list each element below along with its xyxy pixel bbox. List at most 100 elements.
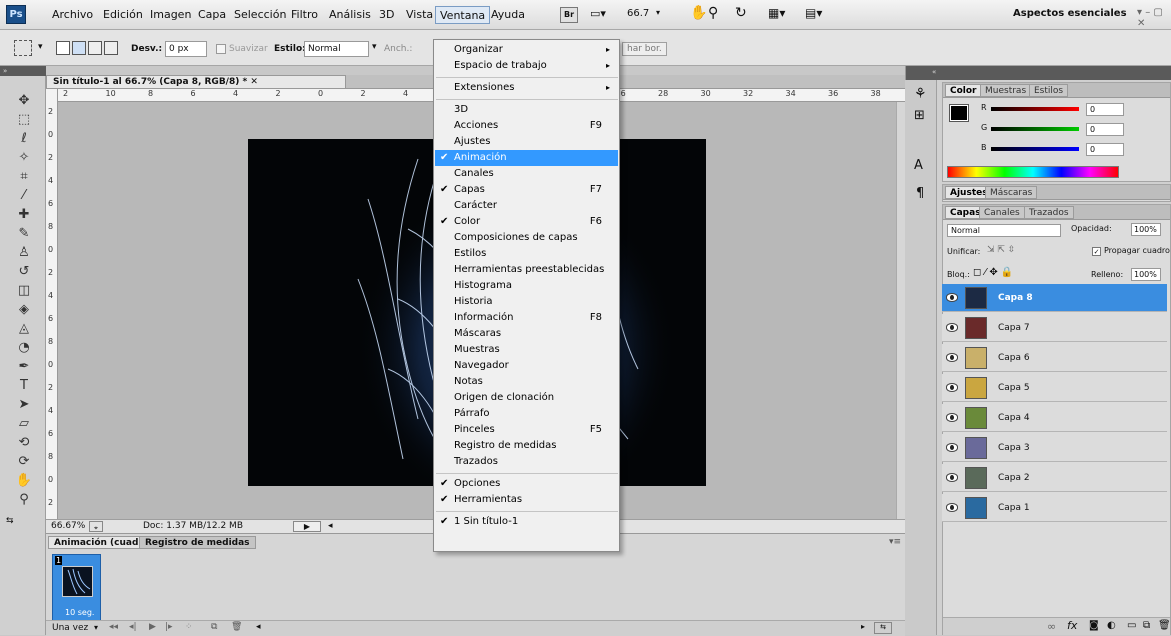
visibility-eye-icon[interactable] [946, 443, 958, 452]
hand-tool-icon[interactable]: ✋ [690, 5, 707, 21]
menu-item-notas[interactable]: Notas [435, 374, 618, 390]
propagate-checkbox[interactable]: ✓ [1092, 247, 1101, 256]
style-select[interactable]: Normal [304, 41, 369, 57]
delete-frame-icon[interactable]: 🗑 [231, 622, 242, 632]
style-dropdown-icon[interactable]: ▾ [372, 42, 377, 52]
antialias-checkbox[interactable] [216, 44, 226, 54]
menu-item-trazados[interactable]: Trazados [435, 454, 618, 470]
menu-item-carácter[interactable]: Carácter [435, 198, 618, 214]
menu-imagen[interactable]: Imagen [146, 6, 195, 24]
previous-frame-icon[interactable]: ◂| [129, 622, 137, 632]
layer-row[interactable]: Capa 7 [942, 314, 1167, 342]
shape-tool-icon[interactable]: ▱ [12, 415, 36, 432]
timeline-scroll-icon[interactable]: ◂ [256, 622, 261, 632]
menu-item-herramientas[interactable]: ✔ Herramientas [435, 492, 618, 508]
move-tool-icon[interactable]: ✥ [12, 92, 36, 109]
history-panel-icon[interactable]: ⚘ [914, 86, 927, 102]
layer-row[interactable]: Capa 6 [942, 344, 1167, 372]
frame-delay[interactable]: 10 seg. [65, 608, 94, 617]
layer-style-icon[interactable]: fx [1067, 619, 1077, 632]
zoom-dropdown-icon[interactable]: ▾ [656, 8, 660, 17]
subtract-selection-icon[interactable] [88, 41, 102, 55]
status-menu-button[interactable]: ▶ [293, 521, 321, 532]
tab-styles[interactable]: Estilos [1029, 84, 1069, 97]
status-zoom[interactable]: 66.67% [51, 520, 85, 533]
tab-masks[interactable]: Máscaras [985, 186, 1038, 199]
delete-layer-icon[interactable]: 🗑 [1158, 620, 1171, 631]
window-controls[interactable]: ▾ – ▢ ✕ [1137, 7, 1171, 29]
visibility-eye-icon[interactable] [946, 413, 958, 422]
menu-item-composiciones-de-capas[interactable]: Composiciones de capas [435, 230, 618, 246]
menu-item-navegador[interactable]: Navegador [435, 358, 618, 374]
first-frame-icon[interactable]: ◂◂ [109, 622, 118, 632]
adjustment-layer-icon[interactable]: ◐ [1107, 620, 1116, 631]
swap-colors-icon[interactable]: ⇆ [6, 516, 14, 526]
status-icon[interactable]: ⌖ [89, 521, 103, 532]
feather-input[interactable]: 0 px [165, 41, 207, 57]
foreground-color-box[interactable] [949, 104, 969, 122]
tab-paths[interactable]: Trazados [1024, 206, 1074, 219]
crop-tool-icon[interactable]: ⌗ [12, 168, 36, 185]
menu-item-origen-de-clonación[interactable]: Origen de clonación [435, 390, 618, 406]
path-selection-tool-icon[interactable]: ➤ [12, 396, 36, 413]
menu-item-herramientas-preestablecidas[interactable]: Herramientas preestablecidas [435, 262, 618, 278]
blue-value[interactable]: 0 [1086, 143, 1124, 156]
refine-edge-button[interactable]: har bor. [622, 42, 667, 56]
tools-collapse-icon[interactable]: » [0, 66, 46, 76]
visibility-eye-icon[interactable] [946, 503, 958, 512]
magic-wand-tool-icon[interactable]: ✧ [12, 149, 36, 166]
screen-mode-icon[interactable]: ▭▾ [590, 7, 620, 23]
menu-seleccion[interactable]: Selección [230, 6, 290, 24]
document-tab[interactable]: Sin título-1 al 66.7% (Capa 8, RGB/8) * … [46, 75, 346, 89]
bridge-button[interactable]: Br [560, 7, 578, 23]
next-frame-icon[interactable]: |▸ [165, 622, 173, 632]
close-document-icon[interactable]: ✕ [250, 77, 258, 87]
timeline-mode-icon[interactable]: ⇆ [874, 622, 892, 634]
tween-icon[interactable]: ⁘ [185, 622, 193, 632]
menu-item-animación[interactable]: ✔ Animación [435, 150, 618, 166]
clone-stamp-tool-icon[interactable]: ♙ [12, 244, 36, 261]
blur-tool-icon[interactable]: ◬ [12, 320, 36, 337]
menu-archivo[interactable]: Archivo [48, 6, 97, 24]
healing-brush-tool-icon[interactable]: ✚ [12, 206, 36, 223]
menu-item-registro-de-medidas[interactable]: Registro de medidas [435, 438, 618, 454]
menu-filtro[interactable]: Filtro [287, 6, 322, 24]
lasso-tool-icon[interactable]: ℓ [12, 130, 36, 147]
zoom-tool-icon[interactable]: ⚲ [708, 5, 718, 21]
color-spectrum[interactable] [947, 166, 1119, 178]
vertical-scrollbar[interactable] [896, 102, 905, 519]
opacity-input[interactable]: 100% [1131, 223, 1161, 236]
layer-row[interactable]: Capa 3 [942, 434, 1167, 462]
eraser-tool-icon[interactable]: ◫ [12, 282, 36, 299]
layer-row[interactable]: Capa 4 [942, 404, 1167, 432]
visibility-eye-icon[interactable] [946, 353, 958, 362]
link-layers-icon[interactable]: ∞ [1047, 620, 1056, 633]
intersect-selection-icon[interactable] [104, 41, 118, 55]
menu-item-3d[interactable]: 3D [435, 102, 618, 118]
pen-tool-icon[interactable]: ✒ [12, 358, 36, 375]
character-panel-icon[interactable]: A [914, 158, 923, 173]
tab-measurement-log[interactable]: Registro de medidas [139, 536, 256, 549]
add-selection-icon[interactable] [72, 41, 86, 55]
menu-analisis[interactable]: Análisis [325, 6, 375, 24]
menu-item-extensiones[interactable]: Extensiones ▸ [435, 80, 618, 96]
menu-item-ajustes[interactable]: Ajustes [435, 134, 618, 150]
menu-item-espacio-de-trabajo[interactable]: Espacio de trabajo ▸ [435, 58, 618, 74]
unify-position-icon[interactable]: ⇲ ⇱ ⇳ [987, 245, 1015, 255]
paragraph-panel-icon[interactable]: ¶ [916, 186, 924, 201]
arrange-documents-icon[interactable]: ▦▾ [768, 6, 785, 20]
paint-bucket-tool-icon[interactable]: ◈ [12, 301, 36, 318]
tab-swatches[interactable]: Muestras [980, 84, 1032, 97]
red-value[interactable]: 0 [1086, 103, 1124, 116]
layer-mask-icon[interactable]: ◙ [1089, 620, 1099, 631]
loop-select[interactable]: Una vez [52, 623, 88, 633]
layer-row[interactable]: Capa 1 [942, 494, 1167, 522]
menu-item-pinceles[interactable]: Pinceles F5 [435, 422, 618, 438]
brush-tool-icon[interactable]: ✎ [12, 225, 36, 242]
menu-item-organizar[interactable]: Organizar ▸ [435, 42, 618, 58]
loop-dropdown-icon[interactable]: ▾ [94, 623, 98, 632]
history-brush-tool-icon[interactable]: ↺ [12, 263, 36, 280]
menu-item-1-sin-título-1[interactable]: ✔ 1 Sin título-1 [435, 514, 618, 530]
menu-item-histograma[interactable]: Histograma [435, 278, 618, 294]
green-slider[interactable] [991, 127, 1079, 131]
